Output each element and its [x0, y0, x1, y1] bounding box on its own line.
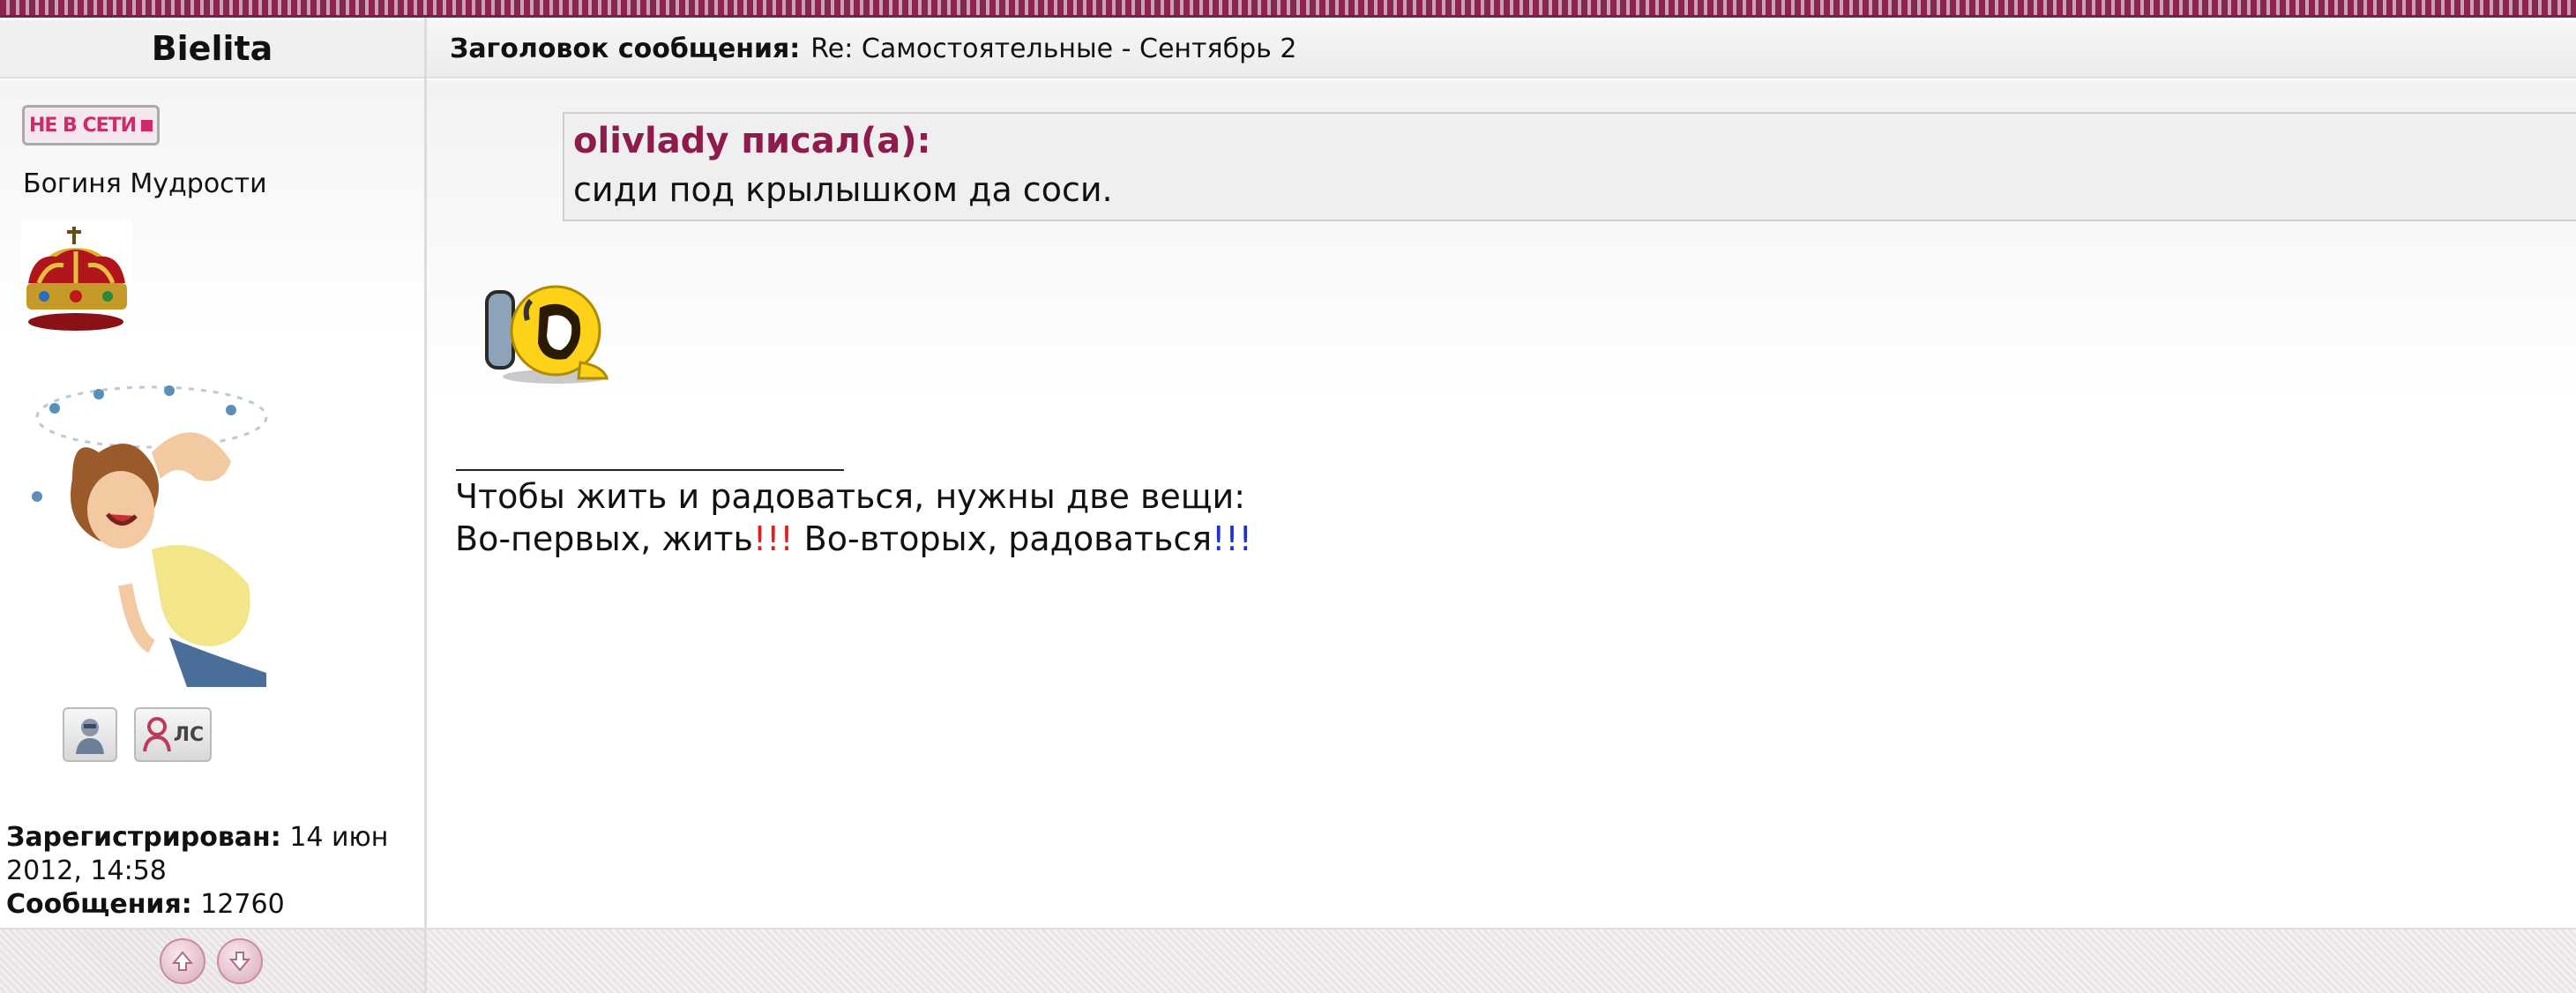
private-message-icon — [142, 717, 171, 752]
offline-status-badge: НЕ В СЕТИ — [22, 105, 160, 146]
post-footer-left — [0, 928, 424, 993]
profile-button[interactable] — [63, 707, 117, 762]
crown-icon — [21, 221, 132, 336]
quote-author: olivlady писал(а): — [573, 121, 931, 161]
post-body: olivlady писал(а): сиди под крылышком да… — [427, 80, 2576, 927]
post-subject-header: Заголовок сообщения: Re: Самостоятельные… — [427, 20, 2576, 78]
author-profile-panel: НЕ В СЕТИ Богиня Мудрости ЛС Зарегистрир… — [0, 80, 424, 927]
user-rank: Богиня Мудрости — [23, 168, 267, 199]
scroll-down-button[interactable] — [217, 938, 263, 984]
author-header: Bielita — [0, 20, 424, 78]
registration-info: Зарегистрирован: 14 июн 2012, 14:58 Сооб… — [6, 821, 421, 922]
signature-exclaim-blue: !!! — [1212, 519, 1252, 558]
private-message-button[interactable]: ЛС — [134, 707, 212, 762]
profile-icon — [76, 719, 104, 754]
signature: Чтобы жить и радоваться, нужны две вещи:… — [455, 475, 1252, 560]
post-footer-right — [427, 928, 2576, 993]
signature-line-2: Во-первых, жить!!! Во-вторых, радоваться… — [455, 518, 1252, 560]
registered-row: Зарегистрирован: 14 июн 2012, 14:58 — [6, 821, 421, 888]
top-decorative-stripe — [0, 0, 2576, 18]
quote-block: olivlady писал(а): сиди под крылышком да… — [563, 112, 2576, 221]
scroll-up-button[interactable] — [160, 938, 205, 984]
author-username[interactable]: Bielita — [152, 29, 273, 68]
status-square-icon — [141, 119, 153, 131]
status-badge-text: НЕ В СЕТИ — [28, 114, 137, 137]
signature-exclaim-red: !!! — [752, 519, 794, 558]
laughing-smiley-icon — [485, 285, 609, 384]
messages-row: Сообщения: 12760 — [6, 888, 421, 922]
signature-text-b: Во-вторых, радоваться — [793, 519, 1213, 558]
signature-line-1: Чтобы жить и радоваться, нужны две вещи: — [455, 477, 1246, 516]
messages-label: Сообщения: — [6, 889, 192, 920]
avatar-image — [19, 355, 280, 687]
signature-text-a: Во-первых, жить — [455, 519, 753, 558]
arrow-down-icon — [228, 952, 251, 972]
messages-value: 12760 — [200, 889, 285, 920]
subject-label: Заголовок сообщения: — [450, 33, 801, 64]
subject-text: Re: Самостоятельные - Сентябрь 2 — [810, 33, 1297, 64]
pm-label: ЛС — [173, 723, 205, 746]
registered-label: Зарегистрирован: — [6, 822, 281, 853]
signature-divider — [456, 469, 844, 471]
quote-text: сиди под крылышком да соси. — [573, 170, 1113, 209]
arrow-up-icon — [171, 951, 194, 971]
